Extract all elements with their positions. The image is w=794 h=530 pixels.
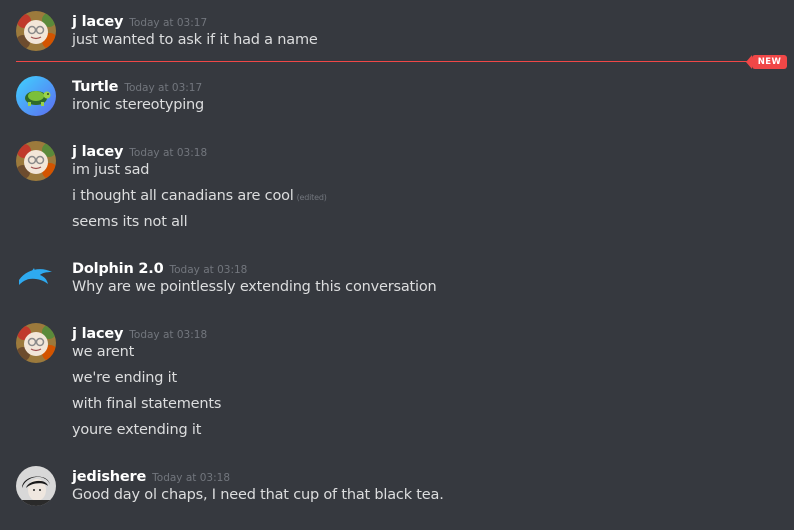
grayscale-portrait-avatar-icon[interactable] (16, 466, 56, 506)
new-messages-badge: NEW (746, 55, 787, 69)
username[interactable]: Turtle (72, 79, 119, 95)
message-text: Good day ol chaps, I need that cup of th… (72, 487, 444, 503)
turtle-avatar-icon[interactable] (16, 76, 56, 116)
message-text: youre extending it (72, 422, 202, 438)
message-text-content: i thought all canadians are cool (72, 188, 294, 204)
dolphin-logo-avatar-icon[interactable] (16, 258, 56, 298)
username[interactable]: Dolphin 2.0 (72, 261, 164, 277)
timestamp: Today at 03:18 (129, 147, 208, 159)
flower-cartoon-avatar-icon[interactable] (16, 141, 56, 181)
message-header: Turtle Today at 03:17 (72, 76, 202, 96)
new-messages-divider (16, 61, 772, 62)
message-header: Dolphin 2.0 Today at 03:18 (72, 258, 247, 278)
timestamp: Today at 03:18 (129, 329, 208, 341)
timestamp: Today at 03:18 (169, 264, 248, 276)
message-header: jedishere Today at 03:18 (72, 466, 230, 486)
message-header: j lacey Today at 03:18 (72, 141, 207, 161)
username[interactable]: jedishere (72, 469, 146, 485)
message-text: ironic stereotyping (72, 97, 205, 113)
username[interactable]: j lacey (72, 144, 123, 160)
username[interactable]: j lacey (72, 326, 123, 342)
message-text: with final statements (72, 396, 222, 412)
edited-label: (edited) (296, 193, 327, 202)
timestamp: Today at 03:17 (129, 17, 208, 29)
message-text: Why are we pointlessly extending this co… (72, 279, 437, 295)
timestamp: Today at 03:18 (152, 472, 230, 484)
message-text: just wanted to ask if it had a name (72, 32, 318, 48)
message-header: j lacey Today at 03:18 (72, 323, 207, 343)
flower-cartoon-avatar-icon[interactable] (16, 11, 56, 51)
message-text: we arent (72, 344, 135, 360)
message-text: we're ending it (72, 370, 177, 386)
timestamp: Today at 03:17 (124, 82, 203, 94)
chat-message-list[interactable]: j lacey Today at 03:17 just wanted to ask… (0, 0, 794, 530)
message-text: i thought all canadians are cool (edited) (72, 188, 327, 204)
message-header: j lacey Today at 03:17 (72, 11, 207, 31)
message-text: seems its not all (72, 214, 188, 230)
flower-cartoon-avatar-icon[interactable] (16, 323, 56, 363)
username[interactable]: j lacey (72, 14, 123, 30)
message-text: im just sad (72, 162, 150, 178)
